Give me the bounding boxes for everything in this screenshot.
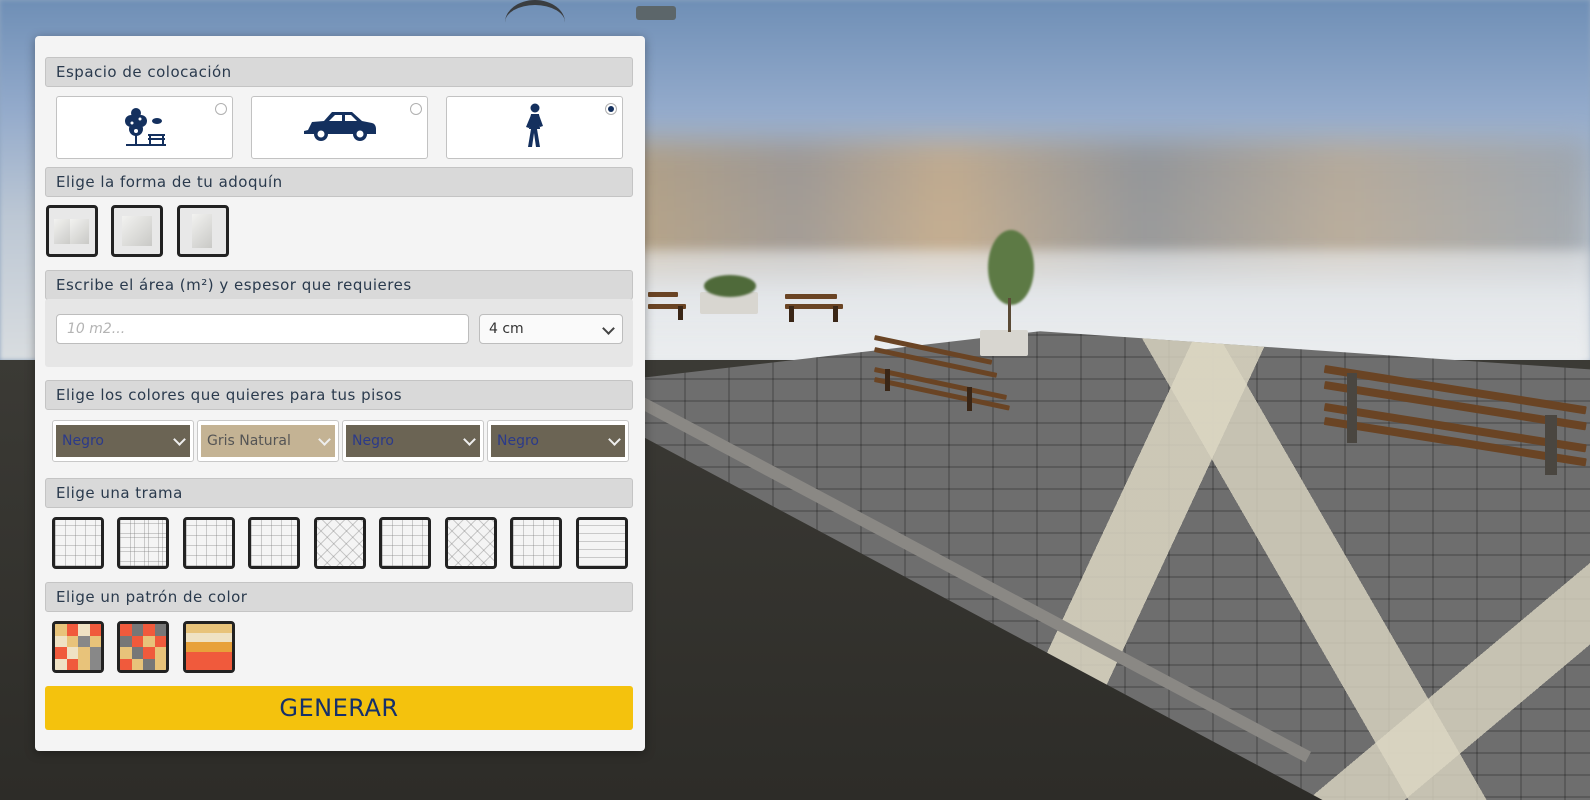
color-select-1-wrapper: Negro — [52, 420, 194, 462]
pattern-1-icon — [55, 520, 101, 566]
pattern-option-9[interactable] — [576, 517, 628, 569]
tree — [988, 230, 1034, 305]
thickness-select-value: 4 cm — [489, 321, 524, 337]
section-title-area: Escribe el área (m²) y espesor que requi… — [45, 270, 633, 300]
bench — [648, 292, 688, 322]
section-title-shape: Elige la forma de tu adoquín — [45, 167, 633, 197]
placement-option-vehicular[interactable] — [251, 96, 428, 159]
placement-radio-vehicular[interactable] — [410, 103, 422, 115]
placement-option-pedestrian[interactable] — [446, 96, 623, 159]
pattern-option-1[interactable] — [52, 517, 104, 569]
shape-option-rectangular-small[interactable] — [46, 205, 98, 257]
color-select-1[interactable]: Negro — [56, 425, 190, 457]
area-input[interactable] — [56, 314, 469, 344]
section-title-placement: Espacio de colocación — [45, 57, 633, 87]
pattern-4-icon — [251, 520, 297, 566]
placement-option-park[interactable] — [56, 96, 233, 159]
pattern-option-8[interactable] — [510, 517, 562, 569]
thickness-select[interactable]: 4 cm — [479, 314, 623, 344]
chevron-down-icon — [173, 433, 186, 446]
shape-option-square[interactable] — [111, 205, 163, 257]
pattern-option-7[interactable] — [445, 517, 497, 569]
chevron-down-icon — [608, 433, 621, 446]
section-title-colors: Elige los colores que quieres para tus p… — [45, 380, 633, 410]
paver-shape-3-icon — [192, 214, 212, 248]
pattern-option-4[interactable] — [248, 517, 300, 569]
bench — [785, 294, 845, 324]
pattern-5-icon — [317, 520, 363, 566]
pattern-9-icon — [579, 520, 625, 566]
chevron-down-icon — [318, 433, 331, 446]
car-icon — [302, 108, 378, 148]
color-select-2-value: Gris Natural — [207, 433, 291, 449]
pattern-option-2[interactable] — [117, 517, 169, 569]
paver-shape-2-icon — [122, 216, 152, 246]
color-pattern-option-1[interactable] — [52, 621, 104, 673]
chevron-down-icon — [602, 322, 615, 335]
color-pattern-option-2[interactable] — [117, 621, 169, 673]
bench — [1323, 365, 1590, 475]
placement-radio-park[interactable] — [215, 103, 227, 115]
pattern-option-3[interactable] — [183, 517, 235, 569]
generate-button[interactable]: GENERAR — [45, 686, 633, 730]
color-pattern-option-3[interactable] — [183, 621, 235, 673]
color-select-2[interactable]: Gris Natural — [201, 425, 335, 457]
shape-option-rectangular[interactable] — [177, 205, 229, 257]
color-select-1-value: Negro — [62, 433, 104, 449]
pattern-2-icon — [120, 520, 166, 566]
color-select-2-wrapper: Gris Natural — [197, 420, 339, 462]
color-select-4-value: Negro — [497, 433, 539, 449]
pattern-3-icon — [186, 520, 232, 566]
placement-radio-pedestrian[interactable] — [605, 103, 617, 115]
pattern-8-icon — [513, 520, 559, 566]
color-select-3[interactable]: Negro — [346, 425, 480, 457]
tree-trunk — [1008, 298, 1011, 332]
pattern-option-6[interactable] — [379, 517, 431, 569]
color-pattern-1-icon — [55, 624, 101, 670]
configurator-panel: Espacio de colocación Elige la forma de … — [35, 36, 645, 751]
color-pattern-3-icon — [186, 624, 232, 670]
color-select-3-wrapper: Negro — [342, 420, 484, 462]
park-icon — [122, 103, 168, 153]
section-title-color-pattern: Elige un patrón de color — [45, 582, 633, 612]
bench — [873, 335, 1015, 411]
color-select-4-wrapper: Negro — [487, 420, 629, 462]
pattern-6-icon — [382, 520, 428, 566]
bush — [704, 275, 756, 297]
color-pattern-2-icon — [120, 624, 166, 670]
section-title-pattern: Elige una trama — [45, 478, 633, 508]
street-lamp-head — [636, 6, 676, 20]
pedestrian-icon — [523, 103, 547, 153]
color-select-3-value: Negro — [352, 433, 394, 449]
pattern-option-5[interactable] — [314, 517, 366, 569]
pattern-7-icon — [448, 520, 494, 566]
color-select-4[interactable]: Negro — [491, 425, 625, 457]
chevron-down-icon — [463, 433, 476, 446]
paver-shape-1b-icon — [70, 219, 89, 244]
